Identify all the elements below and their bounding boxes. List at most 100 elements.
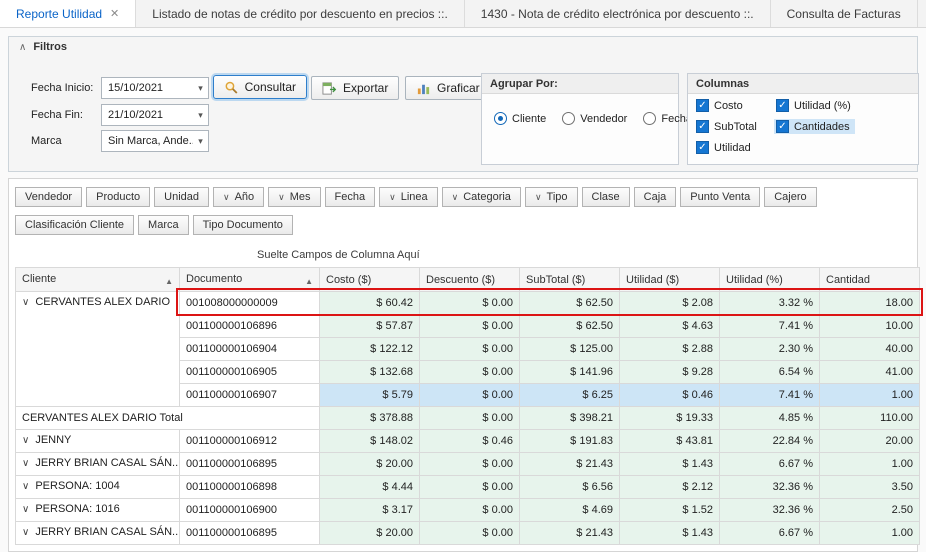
documento-cell[interactable]: 001100000106912 xyxy=(179,429,320,453)
value-cell[interactable]: 2.30 % xyxy=(719,337,820,361)
value-cell[interactable]: $ 2.88 xyxy=(619,337,720,361)
grid-row[interactable]: ∨ PERSONA: 1016 001100000106900 $ 3.17 $ 0.0… xyxy=(15,498,920,522)
value-cell[interactable]: $ 1.43 xyxy=(619,521,720,545)
value-cell[interactable]: $ 125.00 xyxy=(519,337,620,361)
documento-cell[interactable]: 001008000000009 xyxy=(179,291,320,315)
cliente-cell[interactable]: ∨ PERSONA: 1016 xyxy=(15,498,180,522)
filter-chevron-icon[interactable]: ∨ xyxy=(278,192,285,203)
field-button-mes[interactable]: ∨ Mes xyxy=(268,187,321,207)
value-cell[interactable]: 7.41 % xyxy=(719,383,820,407)
checkbox-icon[interactable]: ✓ xyxy=(696,99,709,112)
field-button-cajero[interactable]: Cajero xyxy=(764,187,817,207)
value-cell[interactable]: $ 132.68 xyxy=(319,360,420,384)
checkbox-option-cantidades[interactable]: ✓ Cantidades xyxy=(774,119,855,134)
documento-cell[interactable]: 001100000106896 xyxy=(179,314,320,338)
value-cell[interactable]: 18.00 xyxy=(819,291,920,315)
checkbox-icon[interactable]: ✓ xyxy=(696,120,709,133)
field-button-marca[interactable]: Marca xyxy=(138,215,189,235)
value-cell[interactable]: $ 5.79 xyxy=(319,383,420,407)
field-button-tipo[interactable]: ∨ Tipo xyxy=(524,187,578,207)
grid-row[interactable]: ∨ JERRY BRIAN CASAL SÁN... 001100000106895… xyxy=(15,452,920,476)
column-header-subtotal[interactable]: SubTotal ($) xyxy=(519,267,620,292)
column-header-cantidad[interactable]: Cantidad xyxy=(819,267,920,292)
expand-chevron-icon[interactable]: ∨ xyxy=(22,458,29,469)
grid-row[interactable]: ∨ PERSONA: 1004 001100000106898 $ 4.44 $ 0.0… xyxy=(15,475,920,499)
fecha-fin-picker[interactable]: 21/10/2021 ▾ xyxy=(101,104,209,126)
value-cell[interactable]: 1.00 xyxy=(819,452,920,476)
marca-picker[interactable]: Sin Marca, Ande... ▾ xyxy=(101,130,209,152)
field-button-vendedor[interactable]: Vendedor xyxy=(15,187,83,207)
value-cell[interactable]: 6.67 % xyxy=(719,452,820,476)
expand-chevron-icon[interactable]: ∨ xyxy=(22,435,29,446)
documento-cell[interactable]: 001100000106900 xyxy=(179,498,320,522)
value-cell[interactable]: $ 43.81 xyxy=(619,429,720,453)
value-cell[interactable]: $ 6.56 xyxy=(519,475,620,499)
radio-option-fecha[interactable]: Fecha xyxy=(643,112,692,125)
value-cell[interactable]: 110.00 xyxy=(819,406,920,430)
value-cell[interactable]: 7.41 % xyxy=(719,314,820,338)
field-button-clasificacion-cliente[interactable]: Clasificación Cliente xyxy=(15,215,135,235)
value-cell[interactable]: $ 2.12 xyxy=(619,475,720,499)
value-cell[interactable]: 6.54 % xyxy=(719,360,820,384)
tab-reporte-utilidad[interactable]: Reporte Utilidad ✕ xyxy=(0,0,137,27)
value-cell[interactable]: $ 0.00 xyxy=(419,337,520,361)
expand-chevron-icon[interactable]: ∨ xyxy=(22,481,29,492)
value-cell[interactable]: $ 6.25 xyxy=(519,383,620,407)
column-header-costo[interactable]: Costo ($) xyxy=(319,267,420,292)
value-cell[interactable]: $ 0.00 xyxy=(419,521,520,545)
cliente-cell[interactable]: ∨ PERSONA: 1004 xyxy=(15,475,180,499)
cliente-cell[interactable]: ∨ JERRY BRIAN CASAL SÁN... xyxy=(15,452,180,476)
grid-total-row[interactable]: CERVANTES ALEX DARIO Total $ 378.88 $ 0.00… xyxy=(15,406,920,430)
documento-cell[interactable]: 001100000106905 xyxy=(179,360,320,384)
chevron-down-icon[interactable]: ▾ xyxy=(193,110,208,121)
value-cell[interactable]: 41.00 xyxy=(819,360,920,384)
value-cell[interactable]: $ 57.87 xyxy=(319,314,420,338)
field-button-caja[interactable]: Caja xyxy=(633,187,677,207)
documento-cell[interactable]: 001100000106898 xyxy=(179,475,320,499)
column-header-documento[interactable]: ▲ Documento xyxy=(179,267,320,292)
cliente-cell[interactable]: ∨ JERRY BRIAN CASAL SÁN... xyxy=(15,521,180,545)
filters-header[interactable]: ∧ Filtros xyxy=(19,41,67,53)
expand-chevron-icon[interactable]: ∨ xyxy=(22,527,29,538)
checkbox-icon[interactable]: ✓ xyxy=(776,99,789,112)
value-cell[interactable]: $ 148.02 xyxy=(319,429,420,453)
grid-row[interactable]: ∨ CERVANTES ALEX DARIO 001008000000009 $ 60… xyxy=(15,291,920,407)
tab-listado-de-notas-de-credito-por-descuento-en-precios[interactable]: Listado de notas de crédito por descuent… xyxy=(136,0,465,27)
value-cell[interactable]: $ 0.46 xyxy=(419,429,520,453)
radio-icon[interactable] xyxy=(643,112,657,125)
checkbox-option-subtotal[interactable]: ✓ SubTotal xyxy=(694,119,761,134)
value-cell[interactable]: 32.36 % xyxy=(719,475,820,499)
value-cell[interactable]: $ 0.46 xyxy=(619,383,720,407)
value-cell[interactable]: 1.00 xyxy=(819,383,920,407)
field-button-clase[interactable]: Clase xyxy=(581,187,630,207)
field-button-categoria[interactable]: ∨ Categoria xyxy=(441,187,521,207)
value-cell[interactable]: $ 4.69 xyxy=(519,498,620,522)
grid-row[interactable]: ∨ JENNY 001100000106912 $ 148.02 $ 0.46 $ 191… xyxy=(15,429,920,453)
value-cell[interactable]: $ 3.17 xyxy=(319,498,420,522)
checkbox-icon[interactable]: ✓ xyxy=(696,141,709,154)
value-cell[interactable]: $ 4.44 xyxy=(319,475,420,499)
radio-icon[interactable] xyxy=(562,112,576,125)
field-button-tipo-documento[interactable]: Tipo Documento xyxy=(192,215,293,235)
value-cell[interactable]: $ 398.21 xyxy=(519,406,620,430)
value-cell[interactable]: $ 378.88 xyxy=(319,406,420,430)
value-cell[interactable]: $ 0.00 xyxy=(419,291,520,315)
column-header-cliente[interactable]: ▲ Cliente xyxy=(15,267,180,292)
value-cell[interactable]: $ 1.52 xyxy=(619,498,720,522)
field-button-punto-venta[interactable]: Punto Venta xyxy=(680,187,761,207)
value-cell[interactable]: $ 62.50 xyxy=(519,314,620,338)
filter-chevron-icon[interactable]: ∨ xyxy=(452,192,459,203)
value-cell[interactable]: 6.67 % xyxy=(719,521,820,545)
consultar-button[interactable]: Consultar xyxy=(213,75,307,99)
value-cell[interactable]: $ 141.96 xyxy=(519,360,620,384)
value-cell[interactable]: $ 20.00 xyxy=(319,452,420,476)
grid-row[interactable]: ∨ JERRY BRIAN CASAL SÁN... 001100000106895… xyxy=(15,521,920,545)
value-cell[interactable]: 20.00 xyxy=(819,429,920,453)
field-button-linea[interactable]: ∨ Linea xyxy=(379,187,438,207)
fecha-inicio-picker[interactable]: 15/10/2021 ▾ xyxy=(101,77,209,99)
field-button-producto[interactable]: Producto xyxy=(86,187,151,207)
value-cell[interactable]: $ 60.42 xyxy=(319,291,420,315)
value-cell[interactable]: $ 0.00 xyxy=(419,314,520,338)
radio-option-vendedor[interactable]: Vendedor xyxy=(562,112,627,125)
value-cell[interactable]: $ 62.50 xyxy=(519,291,620,315)
